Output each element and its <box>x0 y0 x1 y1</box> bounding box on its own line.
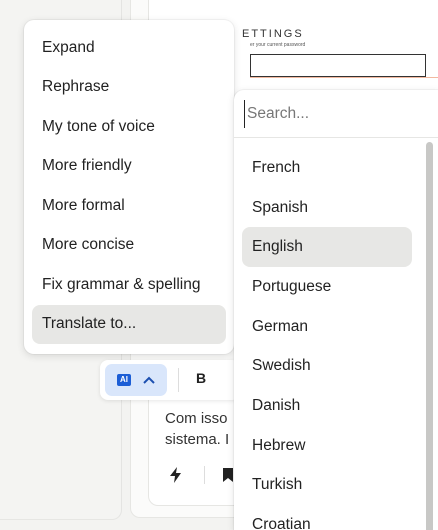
bookmark-icon[interactable] <box>222 467 234 488</box>
language-item-english[interactable]: English <box>242 227 412 268</box>
language-item-swedish[interactable]: Swedish <box>242 346 412 386</box>
ai-button[interactable]: AI <box>105 364 167 396</box>
settings-subtitle: er your current password <box>250 42 306 48</box>
ai-menu-item-fix-grammar[interactable]: Fix grammar & spelling <box>32 265 226 305</box>
language-item-portuguese[interactable]: Portuguese <box>242 267 412 307</box>
ai-menu-item-my-tone[interactable]: My tone of voice <box>32 107 226 147</box>
lightning-icon[interactable] <box>168 466 184 489</box>
language-item-french[interactable]: French <box>242 148 412 188</box>
divider <box>250 77 438 78</box>
language-search-input[interactable] <box>244 100 430 128</box>
ai-menu-item-more-friendly[interactable]: More friendly <box>32 147 226 187</box>
settings-title: ETTINGS <box>242 28 304 40</box>
ai-menu-item-translate[interactable]: Translate to... <box>32 304 226 344</box>
divider <box>204 466 205 484</box>
language-item-spanish[interactable]: Spanish <box>242 188 412 228</box>
password-field-preview <box>250 54 426 77</box>
bold-button[interactable]: B <box>196 370 206 386</box>
ai-menu-item-expand[interactable]: Expand <box>32 28 226 68</box>
ai-menu-item-more-concise[interactable]: More concise <box>32 226 226 266</box>
language-dropdown: French Spanish English Portuguese German… <box>234 90 438 530</box>
language-search-row <box>234 90 438 138</box>
language-item-hebrew[interactable]: Hebrew <box>242 426 412 466</box>
ai-menu-item-more-formal[interactable]: More formal <box>32 186 226 226</box>
language-item-turkish[interactable]: Turkish <box>242 466 412 506</box>
language-item-german[interactable]: German <box>242 307 412 347</box>
ai-menu-item-rephrase[interactable]: Rephrase <box>32 68 226 108</box>
language-item-danish[interactable]: Danish <box>242 386 412 426</box>
language-item-croatian[interactable]: Croatian <box>242 505 412 530</box>
chevron-up-icon <box>143 373 155 387</box>
language-scrollbar[interactable] <box>426 142 433 530</box>
language-list: French Spanish English Portuguese German… <box>242 148 412 530</box>
ai-actions-menu: Expand Rephrase My tone of voice More fr… <box>24 20 234 354</box>
toolbar-separator <box>178 368 179 392</box>
ai-badge-icon: AI <box>117 374 131 386</box>
formatting-toolbar: AI B <box>100 360 240 400</box>
